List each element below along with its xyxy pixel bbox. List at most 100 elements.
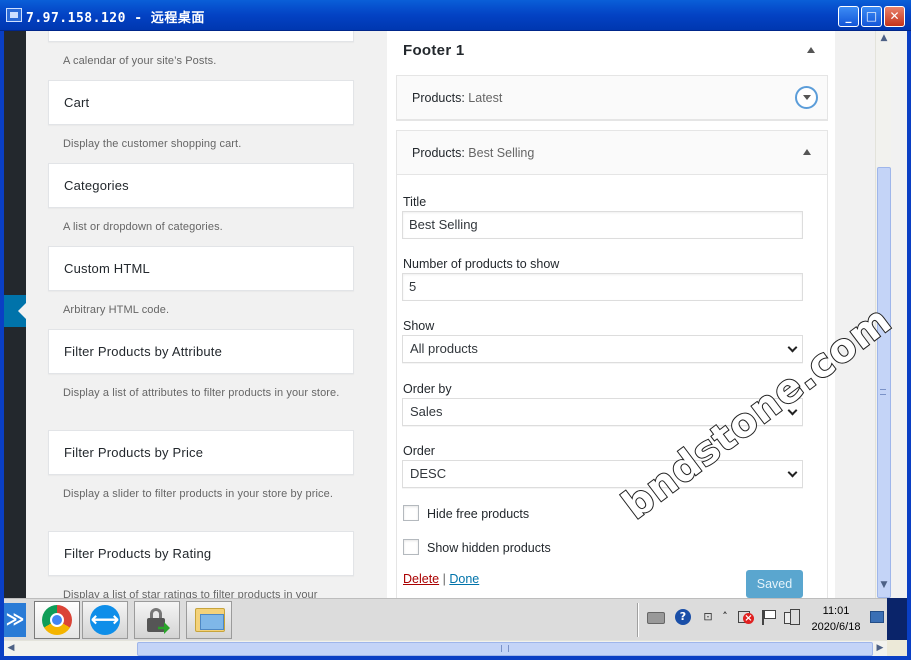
- show-select-value: All products: [410, 341, 478, 356]
- widget-subtitle: Latest: [468, 91, 503, 105]
- widget-title: Products: Latest: [412, 91, 502, 105]
- computer-icon[interactable]: [784, 609, 800, 625]
- done-link[interactable]: Done: [449, 572, 479, 586]
- widget-description: Display a list of attributes to filter p…: [63, 387, 340, 399]
- number-input[interactable]: 5: [402, 273, 803, 301]
- scroll-left-icon[interactable]: ◀: [4, 641, 18, 656]
- show-hidden-label[interactable]: Show hidden products: [427, 541, 551, 555]
- show-label: Show: [403, 319, 435, 333]
- scroll-thumb[interactable]: [877, 167, 891, 598]
- show-hidden-icons-icon[interactable]: ˄: [717, 609, 733, 625]
- order-select-value: DESC: [410, 466, 447, 481]
- current-menu-arrow-icon: [18, 303, 26, 319]
- widget-title: Products: Best Selling: [412, 146, 534, 160]
- widget-products-latest[interactable]: Products: Latest: [396, 75, 828, 121]
- title-input[interactable]: Best Selling: [402, 211, 803, 239]
- widget-description: A list or dropdown of categories.: [63, 221, 223, 233]
- lock-transfer-icon: [144, 606, 170, 634]
- number-label: Number of products to show: [403, 257, 560, 271]
- hide-free-checkbox[interactable]: [403, 505, 419, 521]
- hide-free-label[interactable]: Hide free products: [427, 507, 529, 521]
- widget-description: Arbitrary HTML code.: [63, 304, 170, 316]
- widget-label: Cart: [64, 95, 90, 110]
- order-select[interactable]: DESC: [402, 460, 803, 488]
- scroll-down-icon[interactable]: ▼: [877, 578, 891, 592]
- orderby-select-value: Sales: [410, 404, 443, 419]
- remote-content: A calendar of your site’s Posts. Cart Di…: [4, 31, 907, 598]
- sidebar-title[interactable]: Footer 1: [403, 42, 465, 59]
- chevron-down-icon: [787, 467, 798, 478]
- start-button[interactable]: ≫: [4, 603, 26, 637]
- widget-description: Display the customer shopping cart.: [63, 138, 242, 150]
- horizontal-scrollbar[interactable]: ◀ ▶: [4, 640, 887, 656]
- network-error-icon[interactable]: [737, 609, 754, 625]
- widget-label: Filter Products by Attribute: [64, 344, 223, 359]
- clock-date: 2020/6/18: [811, 621, 861, 633]
- delete-link[interactable]: Delete: [403, 572, 439, 586]
- widget-cart[interactable]: Cart: [48, 80, 354, 125]
- widget-filter-by-attribute[interactable]: Filter Products by Attribute: [48, 329, 354, 374]
- scroll-corner: [887, 640, 907, 656]
- sidebar-collapse-icon[interactable]: [807, 47, 815, 53]
- expand-toggle-icon[interactable]: [795, 86, 818, 109]
- tray-separator: [637, 603, 639, 637]
- widget-control-actions: Delete | Done: [403, 572, 479, 586]
- maximize-button[interactable]: □: [861, 6, 882, 27]
- widget-type: Products:: [412, 146, 465, 160]
- widget-label: Custom HTML: [64, 261, 150, 276]
- collapse-toggle-icon[interactable]: [803, 149, 811, 155]
- folder-icon: [195, 608, 225, 632]
- widget-description: A calendar of your site’s Posts.: [63, 55, 217, 67]
- widget-filter-by-price[interactable]: Filter Products by Price: [48, 430, 354, 475]
- sidebar-footer-1: Footer 1 Products: Latest Products: Best…: [387, 31, 835, 598]
- widget-filter-by-rating[interactable]: Filter Products by Rating: [48, 531, 354, 576]
- widget-description: Display a slider to filter products in y…: [63, 488, 334, 500]
- chevron-down-icon: [787, 342, 798, 353]
- taskbar-app-chrome[interactable]: [34, 601, 80, 639]
- taskbar-clock[interactable]: 11:01 2020/6/18: [804, 603, 868, 635]
- widget-categories[interactable]: Categories: [48, 163, 354, 208]
- keyboard-icon[interactable]: [647, 612, 665, 624]
- show-hidden-checkbox[interactable]: [403, 539, 419, 555]
- widget-products-best-selling: Products: Best Selling: [396, 130, 828, 598]
- chrome-icon: [42, 605, 72, 635]
- help-icon[interactable]: ?: [675, 609, 691, 625]
- teamviewer-icon: [90, 605, 120, 635]
- action-center-flag-icon[interactable]: [760, 609, 776, 625]
- widget-type: Products:: [412, 91, 465, 105]
- remote-desktop-icon: [6, 8, 22, 22]
- close-button[interactable]: ✕: [884, 6, 905, 27]
- widget-custom-html[interactable]: Custom HTML: [48, 246, 354, 291]
- order-label: Order: [403, 444, 435, 458]
- pin-icon[interactable]: ⊡: [700, 609, 716, 625]
- widget-subtitle: Best Selling: [468, 146, 535, 160]
- widget-label: Filter Products by Rating: [64, 546, 212, 561]
- widget-description: Display a list of star ratings to filter…: [63, 589, 318, 598]
- window-title-bar[interactable]: 7.97.158.120 - 远程桌面 _ □ ✕: [0, 0, 911, 31]
- minimize-button[interactable]: _: [838, 6, 859, 27]
- taskbar-app-lock[interactable]: [134, 601, 180, 639]
- show-desktop-icon[interactable]: [870, 611, 884, 623]
- widget-header[interactable]: Products: Best Selling: [397, 131, 827, 175]
- clock-time: 11:01: [822, 605, 850, 617]
- widget-header[interactable]: Products: Latest: [397, 76, 827, 120]
- window-title: 7.97.158.120 - 远程桌面: [26, 11, 205, 26]
- orderby-label: Order by: [403, 382, 452, 396]
- window-border-right: [907, 31, 911, 660]
- hscroll-grip-icon: [501, 645, 509, 652]
- scroll-grip-icon: [880, 389, 886, 395]
- widget-label: Categories: [64, 178, 129, 193]
- saved-button[interactable]: Saved: [746, 570, 803, 598]
- taskbar: ≫ ? ⊡ ˄ 11:01 2020/6/18: [4, 598, 887, 640]
- action-separator: |: [442, 572, 446, 586]
- window-border-bottom: [0, 656, 911, 660]
- taskbar-app-teamviewer[interactable]: [82, 601, 128, 639]
- show-select[interactable]: All products: [402, 335, 803, 363]
- title-label: Title: [403, 195, 427, 209]
- scroll-right-icon[interactable]: ▶: [873, 641, 887, 656]
- available-widgets: A calendar of your site’s Posts. Cart Di…: [26, 31, 386, 598]
- widget-label: Filter Products by Price: [64, 445, 204, 460]
- widget-calendar[interactable]: [48, 31, 354, 42]
- scroll-up-icon[interactable]: ▲: [877, 31, 891, 45]
- taskbar-app-explorer[interactable]: [186, 601, 232, 639]
